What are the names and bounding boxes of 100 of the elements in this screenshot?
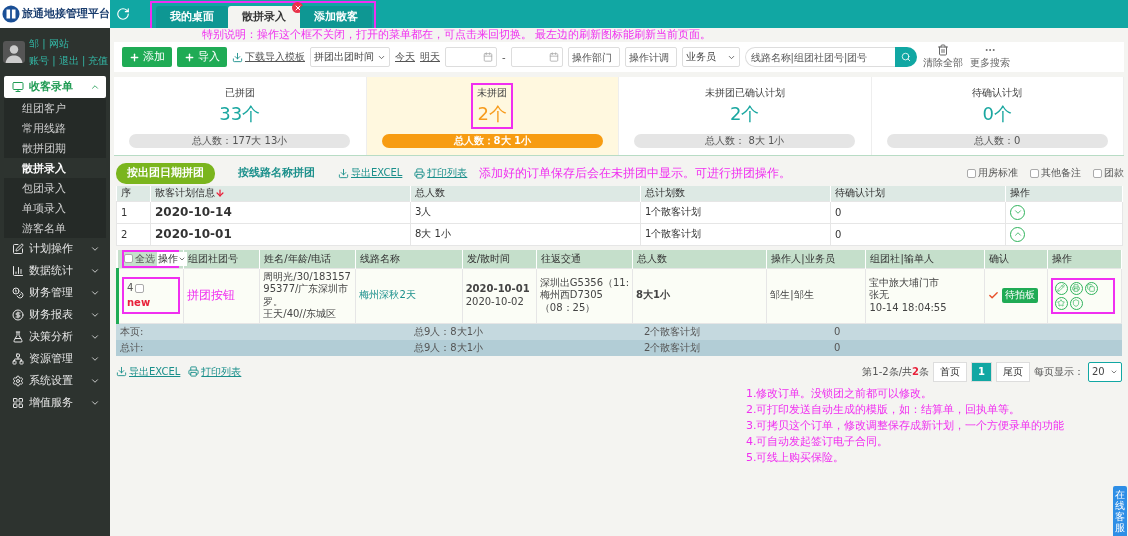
export-link[interactable]: 导出EXCEL — [338, 166, 403, 180]
column-header: 发/散时间 — [462, 249, 537, 268]
annotation: 拼团按钮 — [187, 288, 236, 302]
stat-total-bar: 总人数：0 — [886, 134, 1108, 148]
sidebar-item[interactable]: 游客名单 — [4, 218, 106, 238]
row-checkbox[interactable]: 4 — [127, 282, 145, 295]
sidebar-item[interactable]: 包团录入 — [4, 178, 106, 198]
chevron-up-icon — [90, 82, 100, 92]
stat-count: 2个 — [730, 102, 760, 126]
sidebar-item[interactable]: 散拼团期 — [4, 138, 106, 158]
page-info: 第1-2条/共2条 — [862, 364, 930, 379]
calendar-icon — [548, 52, 559, 62]
stat-title: 待确认计划 — [972, 86, 1023, 100]
column-option[interactable]: 用房标准 — [967, 166, 1018, 180]
column-header: 操作人|业务员 — [766, 249, 866, 268]
date-link[interactable]: 今天 — [395, 50, 415, 64]
date-field[interactable] — [510, 47, 563, 67]
download-icon — [116, 366, 127, 377]
table-cell-text: 8大1小 — [636, 289, 671, 302]
dollar-icon — [12, 309, 24, 321]
sidebar-section[interactable]: 资源管理 — [4, 348, 106, 370]
avatar — [3, 41, 25, 63]
table-cell: 2 — [116, 223, 151, 245]
table-cell-text: 周明光/30/18315795377/广东深圳市罗。 王天/40//东城区 — [263, 270, 352, 321]
date-type-select[interactable]: 拼团出团时间 — [310, 47, 390, 67]
tab[interactable]: 我的桌面 — [156, 6, 228, 28]
column-option[interactable]: 其他备注 — [1030, 166, 1081, 180]
stat-card[interactable]: 未拼团 2个 总人数：8大 1小 — [366, 77, 619, 155]
tab[interactable]: 添加散客 — [300, 6, 372, 28]
chevron-up-icon — [1012, 229, 1023, 239]
column-header[interactable]: 散客计划信息 — [150, 186, 411, 201]
printer-icon — [188, 366, 200, 377]
star-icon[interactable] — [1054, 296, 1068, 310]
table-cell: 0 — [830, 201, 1006, 223]
copy-icon[interactable] — [1084, 281, 1098, 295]
table-cell-text: 邹生|邹生 — [770, 289, 815, 302]
table-cell: 2020-10-01 — [150, 223, 411, 245]
column-header: 往返交通 — [536, 249, 633, 268]
page-button[interactable]: 首页 — [933, 361, 968, 382]
column-header: 序 — [116, 186, 151, 201]
sidebar-item[interactable]: 组团客户 — [4, 98, 106, 118]
group-tab[interactable]: 按线路名称拼团 — [227, 162, 326, 184]
table-cell: 2020-10-14 — [150, 201, 411, 223]
staff-select[interactable]: 业务员 — [681, 47, 740, 67]
plus-icon — [129, 51, 140, 63]
annotation: 特别说明：操作这个框不关闭，打开的菜单都在，可点击来回切换。 最左边的刷新图标能刷新当前页面。 — [201, 28, 713, 42]
status-badge: 待拍板 — [1001, 288, 1038, 303]
settings-icon — [12, 375, 24, 387]
table-cell: 1 — [116, 201, 151, 223]
table-cell: 1个散客计划 — [640, 201, 831, 223]
sidebar-section[interactable]: 计划操作 — [4, 238, 106, 260]
stat-total-bar: 总人数： 8大 1小 — [634, 134, 856, 148]
bar-chart-icon — [12, 265, 24, 277]
column-header: 总人数 — [410, 186, 641, 201]
column-option[interactable]: 团款 — [1093, 166, 1124, 180]
chevron-down-icon — [90, 332, 100, 342]
sidebar-section[interactable]: 财务报表 — [4, 304, 106, 326]
sidebar-section[interactable]: 收客录单 — [4, 76, 106, 98]
search-button[interactable] — [894, 47, 917, 67]
more-search-button[interactable]: 更多搜索 — [968, 44, 1011, 70]
sidebar-item[interactable]: 单项录入 — [4, 198, 106, 218]
date-field[interactable] — [445, 47, 497, 67]
pencil-square-icon — [12, 243, 24, 255]
column-header: 组团社|输单人 — [865, 249, 985, 268]
printer-icon[interactable] — [1069, 281, 1083, 295]
column-header: 操作 — [1005, 186, 1123, 201]
sidebar-section[interactable]: 财务管理 — [4, 282, 106, 304]
clear-button[interactable]: 清除全部 — [921, 44, 964, 70]
date-link[interactable]: 明天 — [420, 50, 440, 64]
sidebar-item[interactable]: 常用线路 — [4, 118, 106, 138]
sidebar-item[interactable]: 散拼录入 — [4, 158, 106, 178]
user-links[interactable]: 账号 | 退出 | 充值 — [29, 53, 109, 68]
annotation: 4.可自动发起签订电子合同。 — [746, 433, 890, 449]
sidebar-section[interactable]: 系统设置 — [4, 370, 106, 392]
text-field[interactable]: 操作计调 — [624, 47, 677, 67]
sidebar-section[interactable]: 数据统计 — [4, 260, 106, 282]
table-cell: 0 — [830, 223, 1006, 245]
download-icon — [338, 167, 349, 179]
table-cell: 3人 — [410, 201, 641, 223]
pencil-icon[interactable] — [1054, 281, 1068, 295]
sidebar-section[interactable]: 决策分析 — [4, 326, 106, 348]
print-link[interactable]: 打印列表 — [414, 166, 468, 180]
export-link[interactable]: 导出EXCEL — [116, 364, 181, 379]
separator-text: - — [502, 51, 506, 63]
coins-icon — [12, 287, 24, 299]
search-field[interactable]: 线路名称|组团社团号|团号 — [744, 47, 895, 67]
sidebar-section[interactable]: 增值服务 — [4, 392, 106, 414]
chevron-down-icon — [90, 354, 100, 364]
stat-total-bar: 总人数：8大 1小 — [381, 134, 603, 148]
print-link[interactable]: 打印列表 — [188, 364, 242, 379]
download-link[interactable]: 下载导入模板 — [232, 50, 305, 64]
flask-icon — [12, 331, 24, 343]
arrow-down-icon — [215, 188, 225, 199]
refresh-icon — [116, 7, 130, 21]
page-button[interactable]: 尾页 — [996, 361, 1030, 382]
stat-count: 33个 — [219, 102, 261, 126]
column-header: 待确认计划 — [830, 186, 1006, 201]
per-page-select[interactable]: 20 — [1088, 361, 1122, 382]
user-links[interactable]: 邹 | 网站 — [29, 36, 109, 51]
text-field[interactable]: 操作部门 — [567, 47, 620, 67]
